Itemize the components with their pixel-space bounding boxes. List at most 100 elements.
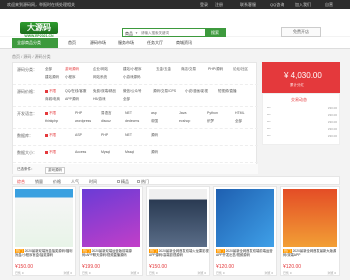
product-card[interactable]: 热门 2020最新双端盲盒抽奖源码/福利盲盒/小程序盲盒/抽奖源码 ¥150.00… [12, 186, 76, 276]
filter-option[interactable]: asp [151, 111, 157, 115]
product-image[interactable] [216, 189, 274, 247]
filter-option[interactable]: 小游戏源码 [123, 75, 141, 80]
product-image[interactable] [283, 189, 337, 247]
product-views: 浏览 0 [264, 271, 273, 275]
filter-option[interactable]: 商店/交易 [181, 67, 196, 72]
product-card[interactable]: 热门 2020最新全网首发双端火龙果影视APP源码/高端影视源码 ¥150.00 … [146, 186, 210, 276]
filter-option-selected[interactable]: 不限 [45, 111, 56, 116]
logo-text: 大源码 [20, 22, 58, 34]
filter-option[interactable]: 源码/交易/CPS [153, 89, 176, 94]
filter-option[interactable]: Mssql [125, 150, 134, 154]
filter-option[interactable]: discuz [101, 119, 111, 123]
sort-comprehensive[interactable]: 综合 [17, 179, 25, 185]
filter-option[interactable]: 商城/电商 [45, 97, 60, 102]
filter-option[interactable]: 论坛/社区 [233, 67, 248, 72]
product-title[interactable]: 热门 2020最新全网首发双端前端运营APP开发出售/视频源码 [216, 249, 276, 258]
filter-option[interactable]: 微信/公众号 [123, 89, 141, 94]
filter-option[interactable]: 免费/双端/精品 [93, 89, 116, 94]
filter-option[interactable]: PHP [101, 133, 108, 137]
filter-option[interactable]: 企业/网站 [93, 67, 108, 72]
filter-option[interactable]: 源码 [151, 133, 158, 138]
filter-option[interactable]: ecshop [179, 119, 190, 123]
filter-option[interactable]: NET [125, 111, 132, 115]
nav-task-hall[interactable]: 任务大厅 [147, 40, 163, 46]
product-sold: 已售 0 [15, 271, 24, 275]
nav-news[interactable]: 商城资讯 [176, 40, 192, 46]
filter-option[interactable]: NET [125, 133, 132, 137]
sort-sales[interactable]: 销量 [35, 179, 43, 185]
product-image[interactable] [82, 189, 140, 247]
trade-feed: 交易动态 *** ¥30.00 *** ¥30.00 *** ¥30.00 *** ¥3… [262, 93, 340, 145]
filter-option[interactable]: APP源码 [65, 97, 79, 102]
sort-popularity[interactable]: 人气 [71, 179, 79, 185]
all-categories-button[interactable]: 全部商品分类 [12, 38, 58, 48]
service-link[interactable]: 联系客服 [240, 2, 256, 8]
nav-source-market[interactable]: 源码市场 [90, 40, 106, 46]
product-price: ¥199.00 [82, 264, 101, 270]
filter-option[interactable]: PHP/源码 [208, 67, 223, 72]
filter-option[interactable]: Java [179, 111, 186, 115]
filter-option[interactable]: PHP [75, 111, 82, 115]
product-card[interactable]: 热门 2020最新全网首发最新大版源码/双端APP ¥120.00 已售 0 浏览… [280, 186, 340, 276]
product-image[interactable] [149, 189, 207, 247]
filter-option[interactable]: 建站源码 [45, 75, 59, 80]
filter-option[interactable]: QQ/在线/客服 [65, 89, 86, 94]
filter-option[interactable]: HTML [235, 111, 245, 115]
product-title[interactable]: 热门 2020最新双端盲盒抽奖源码/福利盲盒/小程序盲盒/抽奖源码 [15, 249, 75, 258]
product-sold: 已售 0 [216, 271, 225, 275]
filter-option[interactable]: 源码 [151, 150, 158, 155]
filter-option[interactable]: 织梦 [207, 119, 214, 124]
login-link[interactable]: 登录 [200, 2, 208, 8]
filter-option[interactable]: dedecms [125, 119, 139, 123]
filter-option[interactable]: 网站系统 [93, 75, 107, 80]
search-input[interactable] [141, 30, 207, 36]
filter-option[interactable]: 易语言 [101, 111, 112, 116]
qq-link[interactable]: QQ咨询 [270, 2, 284, 8]
product-title[interactable]: 热门 2020最新全网首发双端火龙果影视APP源码/高端影视源码 [149, 249, 209, 258]
filter-option-selected[interactable]: 不限 [45, 89, 56, 94]
filter-option[interactable]: 帝国 [151, 119, 158, 124]
product-image[interactable] [15, 189, 73, 247]
product-card[interactable]: 热门 2020最新全网首发双端前端运营APP开发出售/视频源码 ¥120.00 已… [213, 186, 277, 276]
nav-service-market[interactable]: 服务市场 [118, 40, 134, 46]
filter-option[interactable]: 短视频/直播 [218, 89, 236, 94]
filter-row-category: 源码分类： 全部 游戏源码 企业/网站 建站/小程序 五金/五金 商店/交易 P… [13, 63, 258, 85]
register-link[interactable]: 注册 [215, 2, 223, 8]
sort-time[interactable]: 时间 [89, 179, 97, 185]
filter-option[interactable]: ASP [75, 133, 82, 137]
filter-hot[interactable]: 热门 [137, 179, 149, 185]
product-sold: 已售 0 [283, 271, 292, 275]
filter-option[interactable]: 小程序 [65, 75, 76, 80]
sort-price[interactable]: 价格 [53, 179, 61, 185]
selected-tag[interactable]: 游戏源码 [45, 167, 65, 174]
search-button[interactable]: 搜索 [205, 29, 225, 36]
product-title[interactable]: 热门 2020最新双端运营版前端源码/APP聊天源码/视频直播源码 [82, 249, 142, 258]
nav-home[interactable]: 首页 [68, 40, 76, 46]
product-sold: 已售 0 [82, 271, 91, 275]
filter-option-selected[interactable]: 不限 [45, 150, 56, 155]
filter-option[interactable]: thinkphp [45, 119, 58, 123]
join-link[interactable]: 加入我们 [295, 2, 311, 8]
filter-option[interactable]: wordpress [75, 119, 91, 123]
filter-option[interactable]: 建站/小程序 [123, 67, 141, 72]
product-views: 浏览 0 [130, 271, 139, 275]
product-title[interactable]: 热门 2020最新全网首发最新大版源码/双端APP [283, 249, 339, 258]
filter-option[interactable]: 游戏源码 [65, 67, 79, 72]
filter-option[interactable]: 全部 [235, 119, 242, 124]
filter-option[interactable]: Python [207, 111, 218, 115]
self-link[interactable]: 自营 [325, 2, 333, 8]
open-store-button[interactable]: 免费开店 [281, 27, 321, 37]
filter-option[interactable]: H5/游戏 [93, 97, 105, 102]
product-card[interactable]: 热门 2020最新双端运营版前端源码/APP聊天源码/视频直播源码 ¥199.00… [79, 186, 143, 276]
product-price: ¥150.00 [149, 264, 168, 270]
filter-option[interactable]: Access [75, 150, 86, 154]
filter-option[interactable]: 全部 [45, 67, 52, 72]
filter-option[interactable]: Mysql [101, 150, 110, 154]
filter-option[interactable]: 五金/五金 [156, 67, 171, 72]
filter-row-language: 开发语言： 不限 PHP 易语言 NET asp Java Python HTM… [13, 107, 258, 129]
filter-option-selected[interactable]: 不限 [45, 133, 56, 138]
filter-row-price: 源码价格： 不限 QQ/在线/客服 免费/双端/精品 微信/公众号 源码/交易/… [13, 85, 258, 107]
filter-premium[interactable]: 精品 [117, 179, 129, 185]
filter-option[interactable]: 全部 [123, 97, 130, 102]
filter-option[interactable]: 小说/漫画/影视 [185, 89, 208, 94]
